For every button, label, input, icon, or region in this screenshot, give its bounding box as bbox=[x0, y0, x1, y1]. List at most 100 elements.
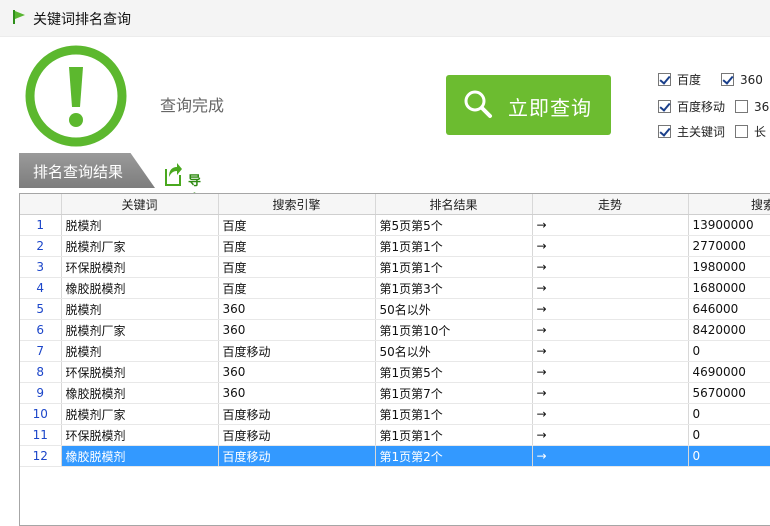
cell-rank: 第1页第1个 bbox=[375, 256, 533, 278]
engine-option-baidu-mobile[interactable]: 百度移动 bbox=[658, 99, 725, 115]
cell-rank: 第5页第5个 bbox=[375, 214, 533, 236]
cell-rank: 第1页第10个 bbox=[375, 319, 533, 341]
cell-engine: 百度移动 bbox=[218, 424, 376, 446]
cell-engine: 360 bbox=[218, 298, 376, 320]
cell-engine: 百度移动 bbox=[218, 340, 376, 362]
cell-index: 4 bbox=[20, 277, 62, 299]
checkbox-baidu[interactable] bbox=[658, 73, 671, 86]
cell-engine: 百度移动 bbox=[218, 403, 376, 425]
cell-trend: → bbox=[532, 340, 689, 362]
engine-label-360: 360 bbox=[740, 73, 763, 87]
cell-engine: 360 bbox=[218, 319, 376, 341]
engine-label-baidu: 百度 bbox=[677, 73, 702, 87]
checkbox-main-keyword[interactable] bbox=[658, 125, 671, 138]
cell-keyword: 脱模剂 bbox=[61, 214, 219, 236]
cell-rank: 第1页第7个 bbox=[375, 382, 533, 404]
cell-index: 11 bbox=[20, 424, 62, 446]
cell-search-volume: 13900000 bbox=[688, 214, 770, 236]
cell-index: 12 bbox=[20, 445, 62, 467]
column-header-keyword[interactable]: 关键词 bbox=[61, 194, 219, 215]
engine-option-360-mobile[interactable]: 360 bbox=[735, 99, 770, 115]
cell-engine: 百度移动 bbox=[218, 445, 376, 467]
column-header-engine[interactable]: 搜索引擎 bbox=[218, 194, 376, 215]
cell-engine: 百度 bbox=[218, 235, 376, 257]
cell-engine: 百度 bbox=[218, 277, 376, 299]
engine-option-360[interactable]: 360 bbox=[721, 72, 763, 88]
table-row[interactable]: 12 橡胶脱模剂 百度移动 第1页第2个 → 0 bbox=[20, 445, 770, 467]
cell-keyword: 脱模剂厂家 bbox=[61, 235, 219, 257]
cell-search-volume: 4690000 bbox=[688, 361, 770, 383]
cell-keyword: 环保脱模剂 bbox=[61, 424, 219, 446]
engine-label-baidu-mobile: 百度移动 bbox=[677, 100, 726, 114]
table-row[interactable]: 2 脱模剂厂家 百度 第1页第1个 → 2770000 bbox=[20, 235, 770, 257]
table-row[interactable]: 5 脱模剂 360 50名以外 → 646000 bbox=[20, 298, 770, 320]
window-title: 关键词排名查询 bbox=[33, 12, 131, 28]
title-bar: 关键词排名查询 bbox=[0, 0, 770, 37]
table-row[interactable]: 6 脱模剂厂家 360 第1页第10个 → 8420000 bbox=[20, 319, 770, 341]
cell-keyword: 脱模剂 bbox=[61, 340, 219, 362]
cell-rank: 第1页第1个 bbox=[375, 403, 533, 425]
cell-engine: 360 bbox=[218, 361, 376, 383]
cell-search-volume: 1680000 bbox=[688, 277, 770, 299]
cell-rank: 第1页第1个 bbox=[375, 424, 533, 446]
cell-trend: → bbox=[532, 382, 689, 404]
search-icon bbox=[464, 90, 492, 118]
cell-index: 8 bbox=[20, 361, 62, 383]
checkbox-360[interactable] bbox=[721, 73, 734, 86]
table-row[interactable]: 9 橡胶脱模剂 360 第1页第7个 → 5670000 bbox=[20, 382, 770, 404]
cell-rank: 第1页第3个 bbox=[375, 277, 533, 299]
cell-index: 5 bbox=[20, 298, 62, 320]
table-row[interactable]: 7 脱模剂 百度移动 50名以外 → 0 bbox=[20, 340, 770, 362]
cell-engine: 百度 bbox=[218, 256, 376, 278]
table-row[interactable]: 4 橡胶脱模剂 百度 第1页第3个 → 1680000 bbox=[20, 277, 770, 299]
checkbox-long-tail[interactable] bbox=[735, 125, 748, 138]
cell-search-volume: 0 bbox=[688, 340, 770, 362]
cell-trend: → bbox=[532, 256, 689, 278]
cell-trend: → bbox=[532, 298, 689, 320]
table-row[interactable]: 8 环保脱模剂 360 第1页第5个 → 4690000 bbox=[20, 361, 770, 383]
cell-keyword: 橡胶脱模剂 bbox=[61, 277, 219, 299]
column-header-search-volume[interactable]: 搜索量 bbox=[688, 194, 770, 215]
results-table[interactable]: 关键词 搜索引擎 排名结果 走势 搜索量 1脱模剂百度第5页第5个→139000… bbox=[19, 193, 770, 526]
table-header-row: 关键词 搜索引擎 排名结果 走势 搜索量 bbox=[20, 194, 770, 215]
query-now-button[interactable]: 立即查询 bbox=[446, 75, 611, 135]
cell-search-volume: 0 bbox=[688, 445, 770, 467]
cell-search-volume: 646000 bbox=[688, 298, 770, 320]
cell-search-volume: 1980000 bbox=[688, 256, 770, 278]
engine-label-360-mobile: 360 bbox=[754, 100, 770, 114]
cell-search-volume: 0 bbox=[688, 424, 770, 446]
cell-trend: → bbox=[532, 235, 689, 257]
cell-rank: 第1页第5个 bbox=[375, 361, 533, 383]
cell-search-volume: 0 bbox=[688, 403, 770, 425]
table-row[interactable]: 10 脱模剂厂家 百度移动 第1页第1个 → 0 bbox=[20, 403, 770, 425]
table-row[interactable]: 11 环保脱模剂 百度移动 第1页第1个 → 0 bbox=[20, 424, 770, 446]
label-main-keyword: 主关键词 bbox=[677, 125, 726, 139]
cell-trend: → bbox=[532, 403, 689, 425]
option-main-keyword[interactable]: 主关键词 bbox=[658, 124, 725, 140]
engine-option-baidu[interactable]: 百度 bbox=[658, 72, 701, 88]
cell-keyword: 环保脱模剂 bbox=[61, 361, 219, 383]
tab-ranking-results[interactable]: 排名查询结果 bbox=[19, 153, 155, 188]
checkbox-360-mobile[interactable] bbox=[735, 100, 748, 113]
cell-keyword: 环保脱模剂 bbox=[61, 256, 219, 278]
cell-trend: → bbox=[532, 445, 689, 467]
cell-index: 7 bbox=[20, 340, 62, 362]
column-header-trend[interactable]: 走势 bbox=[532, 194, 689, 215]
cell-keyword: 脱模剂 bbox=[61, 298, 219, 320]
table-row[interactable]: 3 环保脱模剂 百度 第1页第1个 → 1980000 bbox=[20, 256, 770, 278]
column-header-index[interactable] bbox=[20, 194, 62, 215]
cell-keyword: 脱模剂厂家 bbox=[61, 403, 219, 425]
cell-index: 3 bbox=[20, 256, 62, 278]
cell-index: 10 bbox=[20, 403, 62, 425]
option-long-tail[interactable]: 长 bbox=[735, 124, 766, 140]
cell-index: 1 bbox=[20, 214, 62, 236]
table-row[interactable]: 1 脱模剂 百度 第5页第5个 → 13900000 bbox=[20, 214, 770, 236]
cell-rank: 50名以外 bbox=[375, 298, 533, 320]
cell-trend: → bbox=[532, 214, 689, 236]
cell-rank: 50名以外 bbox=[375, 340, 533, 362]
checkbox-baidu-mobile[interactable] bbox=[658, 100, 671, 113]
cell-trend: → bbox=[532, 424, 689, 446]
column-header-rank[interactable]: 排名结果 bbox=[375, 194, 533, 215]
cell-index: 6 bbox=[20, 319, 62, 341]
cell-engine: 360 bbox=[218, 382, 376, 404]
